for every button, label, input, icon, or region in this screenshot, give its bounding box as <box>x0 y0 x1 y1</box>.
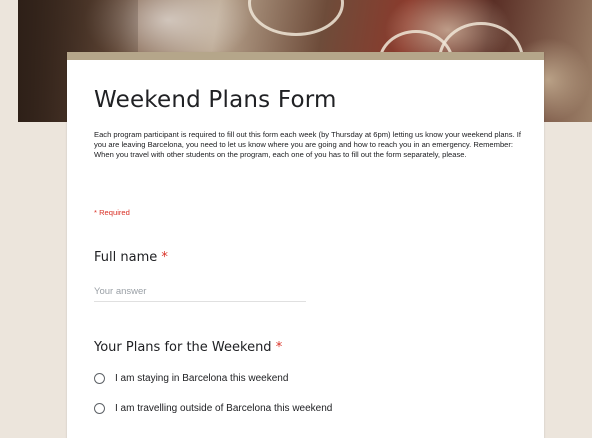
question-weekend-plans-title: Your Plans for the Weekend * <box>94 340 282 355</box>
radio-option-label: I am staying in Barcelona this weekend <box>115 373 289 384</box>
form-card: Weekend Plans Form Each program particip… <box>67 52 544 438</box>
radio-option-label: I am travelling outside of Barcelona thi… <box>115 403 333 414</box>
question-full-name-label: Full name <box>94 250 158 265</box>
question-full-name-title: Full name * <box>94 250 168 265</box>
full-name-input[interactable] <box>94 281 306 302</box>
radio-option-travelling[interactable]: I am travelling outside of Barcelona thi… <box>94 403 332 414</box>
required-asterisk: * <box>275 340 283 355</box>
form-title: Weekend Plans Form <box>94 87 337 113</box>
radio-button-icon[interactable] <box>94 403 105 414</box>
form-description: Each program participant is required to … <box>94 130 522 159</box>
required-note: * Required <box>94 208 130 217</box>
form-page: Weekend Plans Form Each program particip… <box>0 0 592 438</box>
required-asterisk: * <box>161 250 168 265</box>
radio-button-icon[interactable] <box>94 373 105 384</box>
question-weekend-plans-label: Your Plans for the Weekend <box>94 340 272 355</box>
radio-option-staying[interactable]: I am staying in Barcelona this weekend <box>94 373 288 384</box>
header-image-ring <box>248 0 344 36</box>
